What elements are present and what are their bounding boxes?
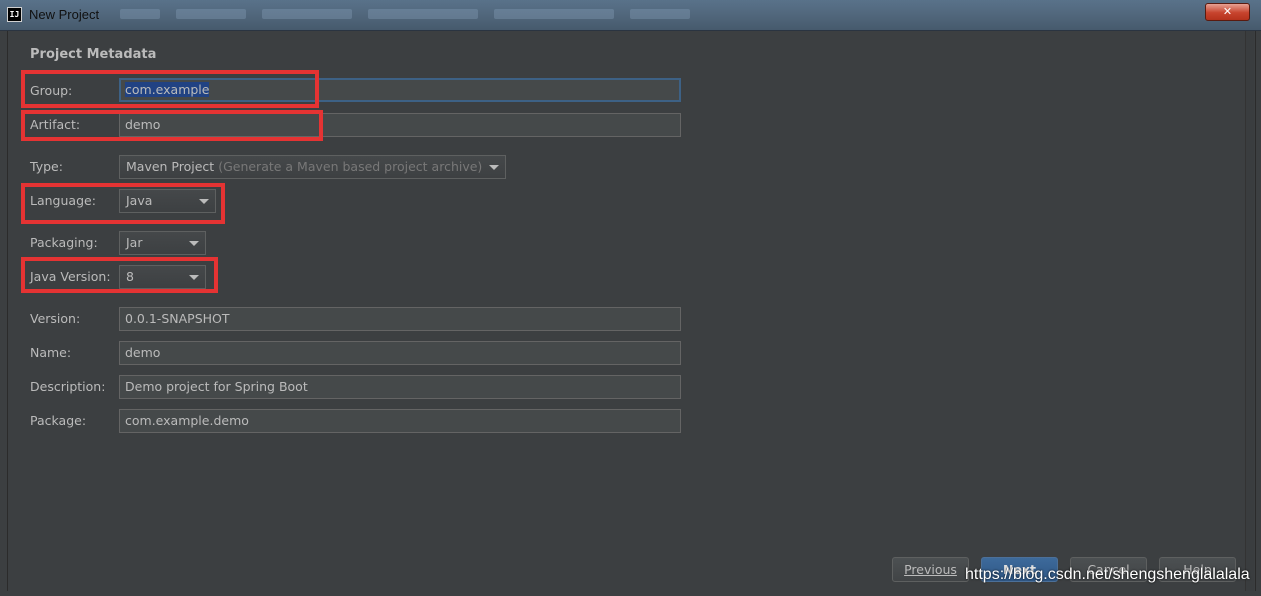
name-field[interactable]: demo [119,341,681,365]
background-taskbar-blur [120,3,1180,25]
previous-button-label: Previous [904,562,957,577]
type-select-hint: (Generate a Maven based project archive) [218,159,483,174]
right-gutter [1245,31,1254,591]
annotation-box-artifact [21,110,323,141]
description-label: Description: [30,379,106,394]
type-select-value: Maven Project [126,159,215,174]
packaging-select[interactable]: Jar [119,231,206,255]
type-label: Type: [30,159,63,174]
window-titlebar: IJ New Project ✕ [0,0,1261,31]
window-title: New Project [29,7,100,22]
type-select[interactable]: Maven Project (Generate a Maven based pr… [119,155,506,179]
description-field[interactable]: Demo project for Spring Boot [119,375,681,399]
chevron-down-icon [489,165,499,170]
chevron-down-icon [189,241,199,246]
package-field[interactable]: com.example.demo [119,409,681,433]
version-field[interactable]: 0.0.1-SNAPSHOT [119,307,681,331]
window-close-button[interactable]: ✕ [1205,3,1250,21]
packaging-select-value: Jar [126,235,143,250]
version-label: Version: [30,311,81,326]
watermark: https://blog.csdn.net/shengshenglalalala [965,566,1250,583]
annotation-box-group [21,70,319,108]
intellij-app-icon: IJ [7,7,22,22]
annotation-box-language [21,183,225,224]
package-label: Package: [30,413,87,428]
annotation-box-java-version [21,257,218,293]
previous-button[interactable]: Previous [892,557,969,582]
section-title: Project Metadata [30,47,157,62]
name-label: Name: [30,345,72,360]
packaging-label: Packaging: [30,235,98,250]
